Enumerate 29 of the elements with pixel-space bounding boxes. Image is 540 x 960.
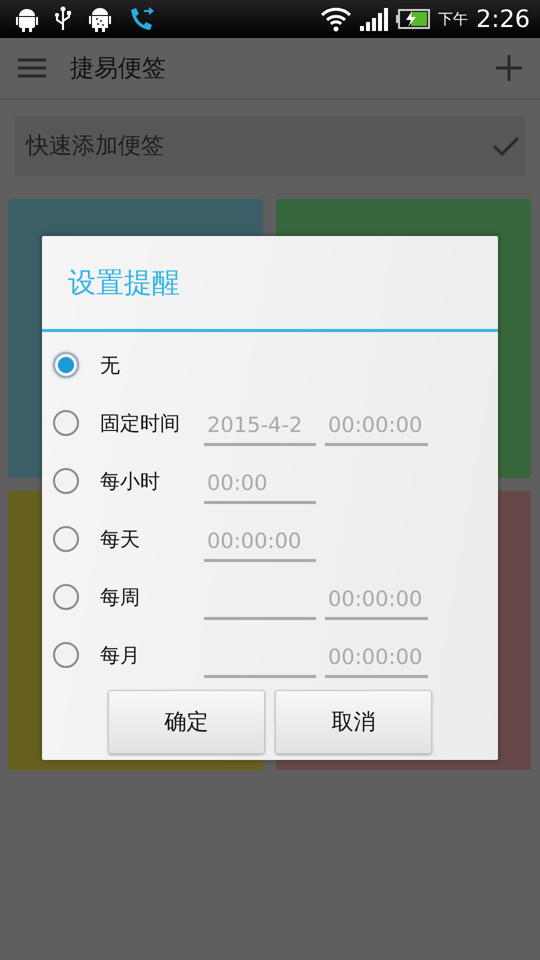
phone-forward-icon bbox=[128, 6, 156, 32]
android-icon bbox=[16, 6, 38, 32]
option-label[interactable]: 每小时 bbox=[100, 466, 204, 496]
usb-icon bbox=[54, 6, 72, 32]
radio-button[interactable] bbox=[53, 526, 79, 552]
clock: 2:26 bbox=[476, 4, 530, 35]
signal-icon bbox=[360, 7, 388, 31]
check-icon bbox=[493, 136, 519, 156]
android-debug-icon bbox=[88, 5, 112, 33]
time-period: 下午 bbox=[438, 8, 468, 30]
option-label[interactable]: 每天 bbox=[100, 524, 204, 554]
option-label[interactable]: 无 bbox=[100, 350, 204, 380]
add-confirm-button[interactable] bbox=[474, 116, 525, 176]
option-label[interactable]: 固定时间 bbox=[100, 408, 204, 438]
radio-button[interactable] bbox=[53, 410, 79, 436]
dialog-title: 设置提醒 bbox=[68, 264, 180, 300]
option-label[interactable]: 每月 bbox=[100, 640, 204, 670]
menu-icon[interactable] bbox=[18, 58, 46, 78]
option-label[interactable]: 每周 bbox=[100, 582, 204, 612]
radio-button[interactable] bbox=[53, 584, 79, 610]
cancel-button[interactable]: 取消 bbox=[275, 690, 432, 754]
wifi-icon bbox=[320, 6, 352, 32]
app-title: 捷易便签 bbox=[70, 53, 166, 84]
radio-button[interactable] bbox=[53, 642, 79, 668]
battery-charging-icon bbox=[396, 9, 430, 29]
add-icon[interactable] bbox=[496, 55, 522, 81]
confirm-button[interactable]: 确定 bbox=[108, 690, 265, 754]
radio-button[interactable] bbox=[53, 468, 79, 494]
radio-button[interactable] bbox=[53, 352, 79, 378]
